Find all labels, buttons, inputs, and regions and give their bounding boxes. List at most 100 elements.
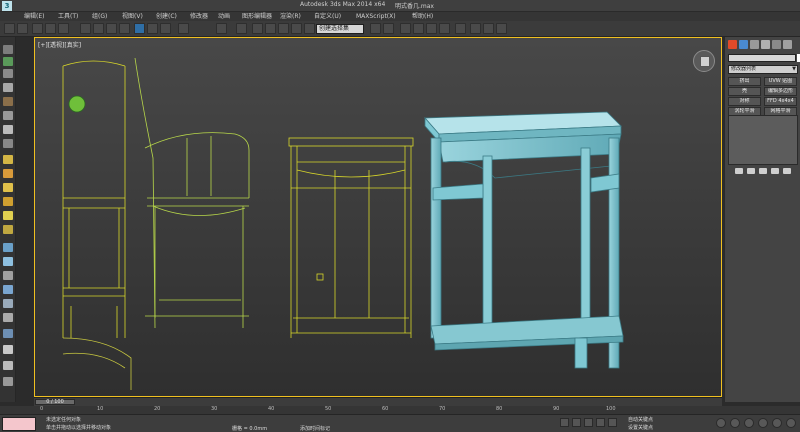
pin-stack-icon[interactable] <box>735 168 743 174</box>
menu-item-edit[interactable]: 编辑(E) <box>24 12 44 21</box>
time-slider[interactable]: 0 / 100 <box>35 399 75 405</box>
zoom-icon[interactable] <box>716 418 726 428</box>
shapes-icon[interactable] <box>3 285 13 294</box>
utilities-icon[interactable] <box>3 139 13 148</box>
dynamics-icon[interactable] <box>3 313 13 322</box>
add-time-tag-button[interactable]: 添加时间标记 <box>300 425 330 432</box>
viewport-label[interactable]: [+][透视][真实] <box>38 40 81 49</box>
layer-manager-icon[interactable] <box>400 23 411 34</box>
make-unique-icon[interactable] <box>759 168 767 174</box>
window-crossing-icon[interactable] <box>119 23 130 34</box>
named-selection-set-dropdown[interactable]: 创建选择集 <box>316 24 364 34</box>
select-by-name-icon[interactable] <box>93 23 104 34</box>
previous-frame-icon[interactable] <box>572 418 581 427</box>
unlink-icon[interactable] <box>45 23 56 34</box>
menu-item-help[interactable]: 帮助(H) <box>412 12 433 21</box>
menu-item-animation[interactable]: 动画 <box>218 12 230 21</box>
menu-item-customize[interactable]: 自定义(U) <box>314 12 341 21</box>
schematic-view-icon[interactable] <box>439 23 450 34</box>
render-setup-icon[interactable] <box>470 23 481 34</box>
configure-sets-icon[interactable] <box>783 168 791 174</box>
camera-icon[interactable] <box>3 169 13 178</box>
grid-icon[interactable] <box>3 345 13 354</box>
menu-item-views[interactable]: 视图(V) <box>122 12 143 21</box>
sphere-icon[interactable] <box>3 197 13 206</box>
material-editor-icon[interactable] <box>455 23 466 34</box>
undo-icon[interactable] <box>4 23 15 34</box>
orbit-icon[interactable] <box>772 418 782 428</box>
viewport-scene[interactable] <box>35 38 721 396</box>
scene-explorer-icon[interactable] <box>3 69 13 78</box>
bind-space-warp-icon[interactable] <box>58 23 69 34</box>
perspective-viewport[interactable]: [+][透视][真实] <box>34 37 722 397</box>
menu-item-rendering[interactable]: 渲染(R) <box>280 12 301 21</box>
remove-modifier-icon[interactable] <box>771 168 779 174</box>
track-bar[interactable]: 0 10 20 30 40 50 60 70 80 90 100 <box>0 406 800 414</box>
link-icon[interactable] <box>32 23 43 34</box>
go-to-end-icon[interactable] <box>608 418 617 427</box>
rect-selection-icon[interactable] <box>106 23 117 34</box>
graphite-ribbon-icon[interactable] <box>413 23 424 34</box>
go-to-start-icon[interactable] <box>560 418 569 427</box>
geosphere-icon[interactable] <box>3 225 13 234</box>
modifier-button-shell[interactable]: 壳 <box>728 87 761 96</box>
manipulate-icon[interactable] <box>236 23 247 34</box>
menu-item-graph-editors[interactable]: 图形编辑器 <box>242 12 272 21</box>
modifier-button-extrude[interactable]: 挤出 <box>728 77 761 86</box>
edit-named-selection-icon[interactable] <box>304 23 315 34</box>
select-rotate-icon[interactable] <box>147 23 158 34</box>
mirror-icon[interactable] <box>370 23 381 34</box>
render-icon[interactable] <box>3 329 13 338</box>
modifier-stack-list[interactable] <box>728 115 798 165</box>
select-move-icon[interactable] <box>134 23 145 34</box>
zoom-extents-icon[interactable] <box>744 418 754 428</box>
motion-tab-icon[interactable] <box>761 40 770 49</box>
zoom-tool-icon[interactable] <box>3 377 13 386</box>
redo-icon[interactable] <box>17 23 28 34</box>
viewcube-icon[interactable] <box>693 50 715 72</box>
select-scale-icon[interactable] <box>160 23 171 34</box>
modifier-button-symmetry[interactable]: 对称 <box>728 97 761 106</box>
menu-item-group[interactable]: 组(G) <box>92 12 107 21</box>
percent-snap-icon[interactable] <box>278 23 289 34</box>
set-key-button[interactable]: 设置关键点 <box>628 424 653 431</box>
rendered-frame-window-icon[interactable] <box>483 23 494 34</box>
show-end-result-icon[interactable] <box>747 168 755 174</box>
select-object-icon[interactable] <box>80 23 91 34</box>
motion-icon[interactable] <box>3 111 13 120</box>
modify-tab-icon[interactable] <box>739 40 748 49</box>
next-frame-icon[interactable] <box>596 418 605 427</box>
menu-item-tools[interactable]: 工具(T) <box>58 12 78 21</box>
modifier-list-dropdown[interactable]: 修改器列表 ▼ <box>728 65 798 74</box>
curve-editor-icon[interactable] <box>426 23 437 34</box>
app-logo-icon[interactable]: 3 <box>2 1 12 11</box>
maximize-viewport-icon[interactable] <box>786 418 796 428</box>
play-icon[interactable] <box>584 418 593 427</box>
space-warp-icon[interactable] <box>3 243 13 252</box>
particle-icon[interactable] <box>3 299 13 308</box>
wrench-icon[interactable] <box>3 271 13 280</box>
teapot-icon[interactable] <box>3 83 13 92</box>
spinner-snap-icon[interactable] <box>291 23 302 34</box>
snap-toggle-icon[interactable] <box>252 23 263 34</box>
modifier-button-ffd[interactable]: FFD 4x4x4 <box>764 97 797 106</box>
display-icon[interactable] <box>3 125 13 134</box>
modifier-button-uvw-map[interactable]: UVW 贴图 <box>764 77 797 86</box>
pan-view-icon[interactable] <box>758 418 768 428</box>
graphite-tool-icon[interactable] <box>3 45 13 54</box>
object-name-field[interactable] <box>728 54 796 62</box>
measure-icon[interactable] <box>3 361 13 370</box>
cone-icon[interactable] <box>3 211 13 220</box>
maxscript-listener[interactable] <box>2 417 36 431</box>
viewcube-face[interactable] <box>700 56 710 67</box>
zoom-all-icon[interactable] <box>730 418 740 428</box>
populate-icon[interactable] <box>3 57 13 66</box>
menu-item-modifiers[interactable]: 修改器 <box>190 12 208 21</box>
reference-coord-icon[interactable] <box>178 23 189 34</box>
menu-item-maxscript[interactable]: MAXScript(X) <box>356 12 396 21</box>
helper-icon[interactable] <box>3 183 13 192</box>
hierarchy-tab-icon[interactable] <box>750 40 759 49</box>
menu-item-create[interactable]: 创建(C) <box>156 12 177 21</box>
render-production-icon[interactable] <box>496 23 507 34</box>
angle-snap-icon[interactable] <box>265 23 276 34</box>
